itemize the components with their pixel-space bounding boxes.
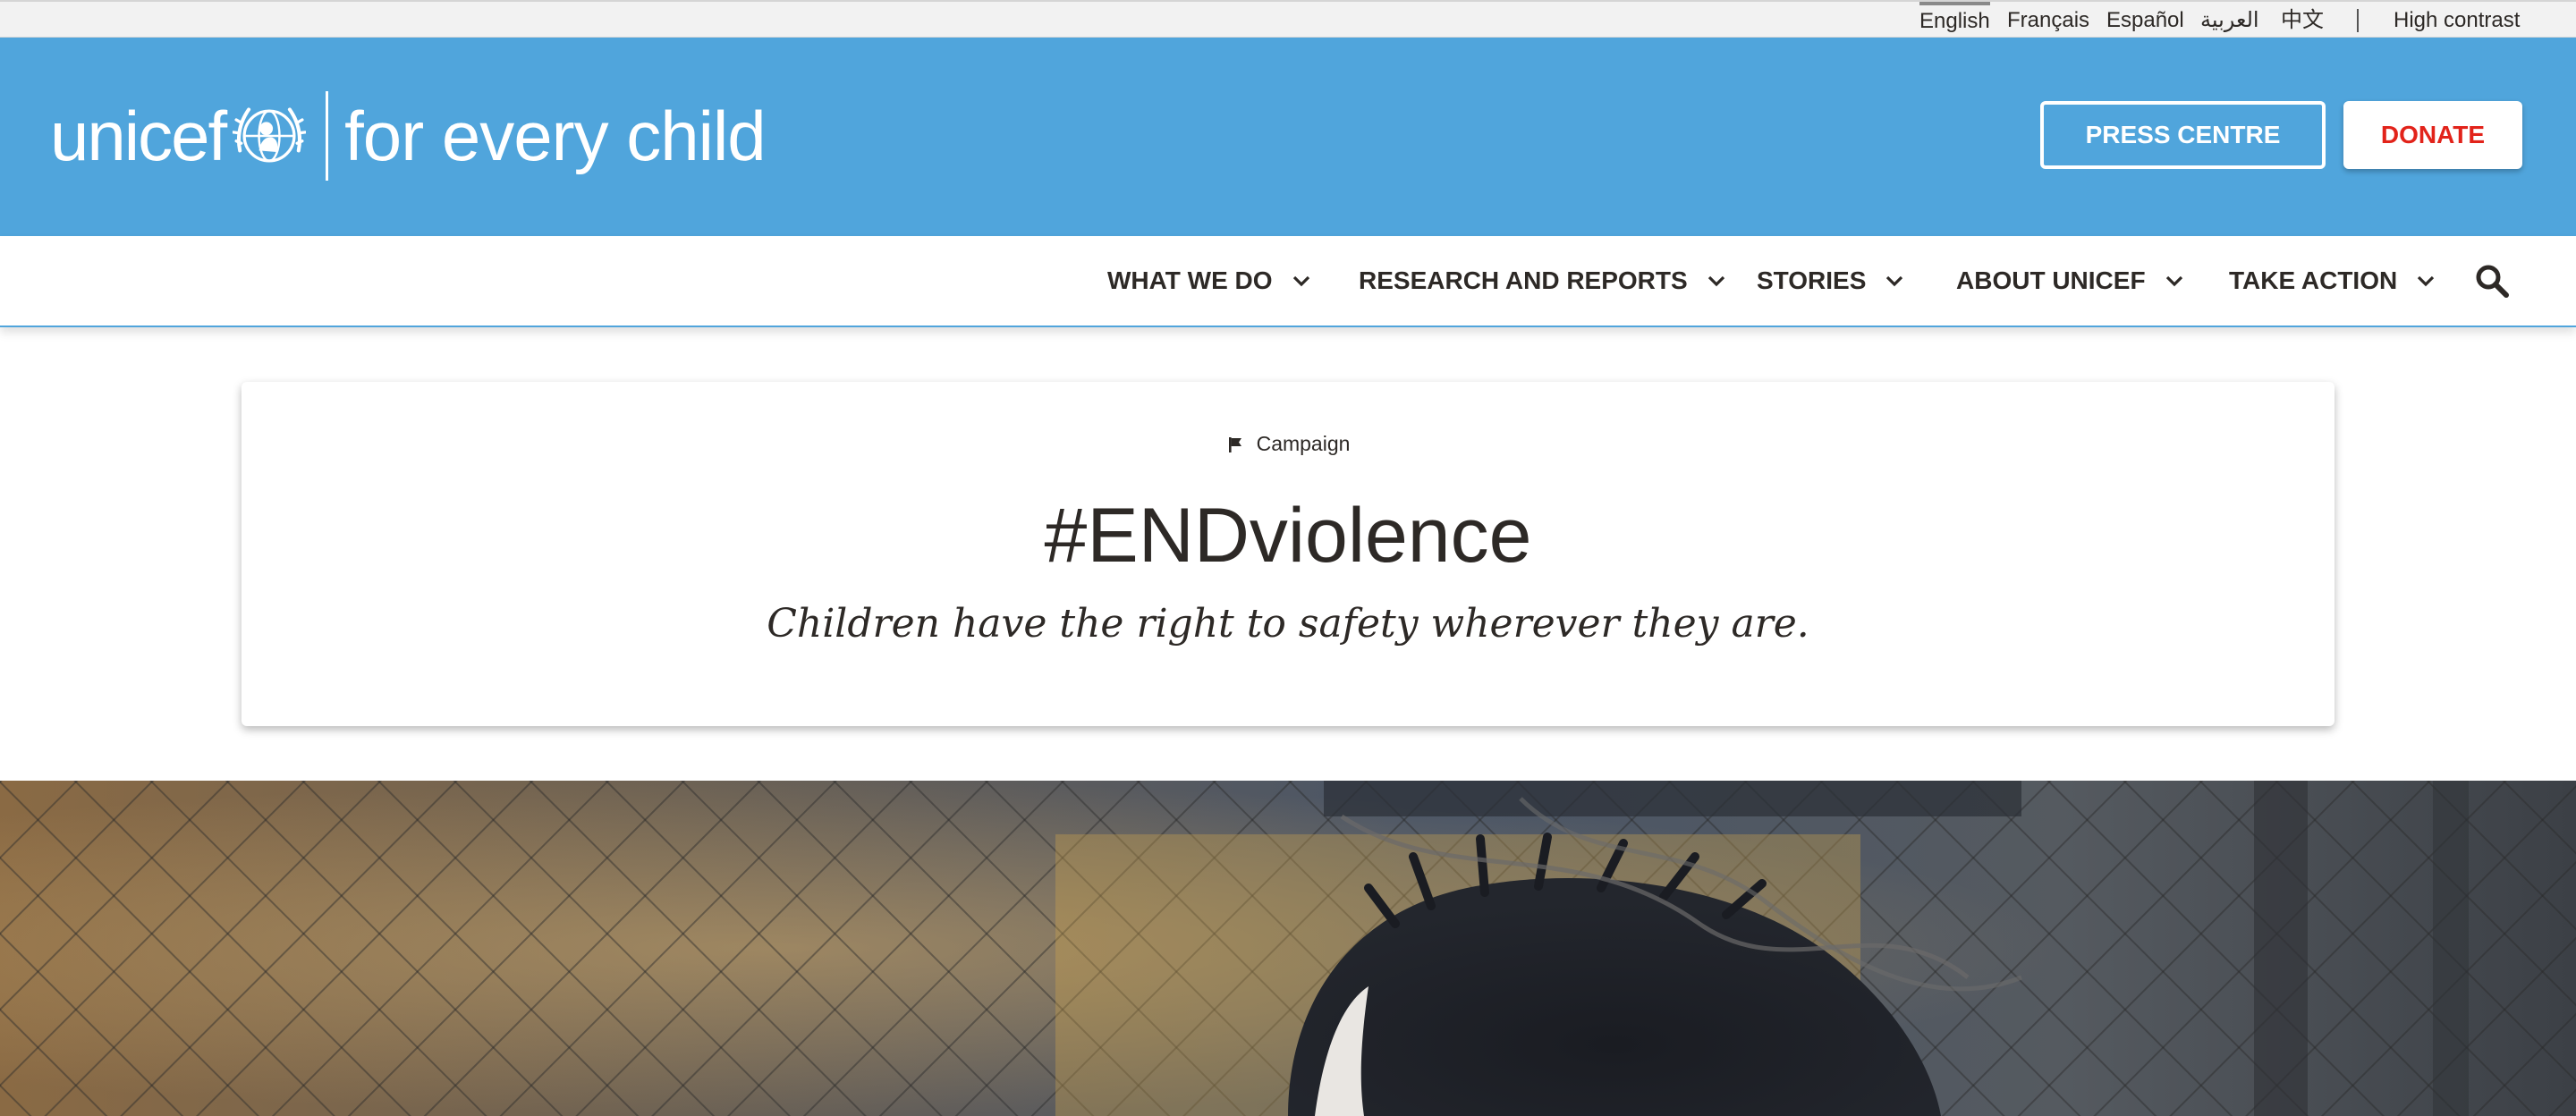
language-link-french[interactable]: Français [2007,4,2089,38]
hero-image [0,781,2576,1116]
nav-item-take-action[interactable]: TAKE ACTION [2229,236,2436,326]
press-centre-button[interactable]: PRESS CENTRE [2040,101,2326,169]
logo-divider [326,91,329,181]
donate-button[interactable]: DONATE [2343,101,2522,169]
language-link-chinese[interactable]: 中文 [2281,4,2324,38]
search-icon[interactable] [2474,263,2510,299]
nav-item-about-unicef[interactable]: ABOUT UNICEF [1956,236,2185,326]
nav-item-label: TAKE ACTION [2229,266,2398,294]
hero-photo-placeholder [0,781,2576,1116]
chevron-down-icon [2418,275,2435,287]
chevron-down-icon [1886,275,1903,287]
language-link-spanish[interactable]: Español [2106,4,2184,38]
nav-item-label: RESEARCH AND REPORTS [1359,266,1688,294]
language-link-arabic[interactable]: العربية [2200,4,2259,38]
language-bar-divider [2357,9,2359,32]
logo-wordmark: unicef [50,97,227,175]
campaign-type-text: Campaign [1256,432,1351,455]
page-subtitle: Children have the right to safety wherev… [767,601,1809,647]
unicef-logo[interactable]: unicef for every child [50,88,767,184]
nav-item-research-and-reports[interactable]: RESEARCH AND REPORTS [1359,236,1727,326]
logo-tagline: for every child [344,97,767,175]
flag-icon [1228,436,1241,452]
unicef-emblem-icon [233,107,307,163]
page-title: #ENDviolence [1044,493,1532,579]
language-bar: English Français Español العربية 中文 High… [0,0,2576,38]
nav-item-stories[interactable]: STORIES [1757,236,1905,326]
language-link-english[interactable]: English [1919,2,1990,38]
chevron-down-icon [1292,275,1309,287]
brand-header: unicef for every child PRESS CENTRE DONA… [0,38,2576,236]
nav-item-label: STORIES [1757,266,1867,294]
chevron-down-icon [2165,275,2182,287]
main-navigation: WHAT WE DO RESEARCH AND REPORTS STORIES … [0,236,2576,327]
chevron-down-icon [1707,275,1724,287]
nav-item-label: WHAT WE DO [1107,266,1273,294]
campaign-card: Campaign #ENDviolence Children have the … [242,382,2334,726]
nav-item-what-we-do[interactable]: WHAT WE DO [1107,236,1312,326]
nav-item-label: ABOUT UNICEF [1956,266,2146,294]
campaign-type-label: Campaign [242,432,2334,456]
high-contrast-toggle[interactable]: High contrast [2394,4,2520,38]
